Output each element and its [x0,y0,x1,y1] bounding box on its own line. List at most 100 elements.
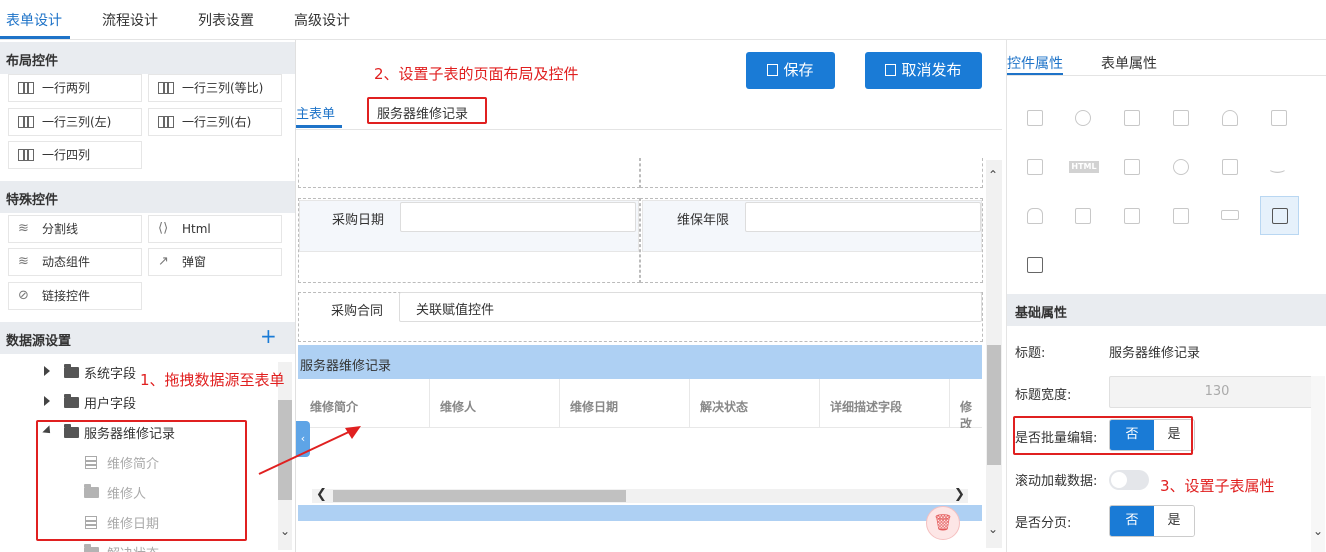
chevron-down-icon[interactable]: ⌄ [988,522,998,536]
ctrl-link-label: 链接控件 [42,289,91,303]
ellipsis-icon[interactable] [1221,210,1239,220]
unpublish-button[interactable]: 取消发布 [865,52,982,89]
paging-no[interactable]: 否 [1110,506,1154,536]
chevron-right-icon[interactable]: ❯ [954,487,965,502]
purchase-date-input[interactable] [400,202,636,232]
title-label: 标题: [1015,346,1046,361]
node-icon[interactable] [1271,110,1287,126]
layout-three-cols-equal-label: 一行三列(等比) [182,81,264,95]
subtable-title: 服务器维修记录 [300,359,392,374]
doc-icon[interactable] [1027,110,1043,126]
chevron-up-icon[interactable]: ⌃ [988,168,998,182]
layout-three-cols-left[interactable]: 一行三列(左) [8,108,142,136]
expand-icon[interactable] [44,366,50,376]
chevron-left-icon[interactable]: ❮ [316,487,327,502]
layout-three-cols-right-label: 一行三列(右) [182,115,252,129]
tab-form-design[interactable]: 表单设计 [6,10,62,30]
ctrl-link[interactable]: ⊘ 链接控件 [8,282,142,310]
active-tab-indicator [0,36,70,39]
paging-yes[interactable]: 是 [1154,506,1194,536]
contract-input[interactable]: 关联赋值控件 [399,292,982,322]
title-value[interactable]: 服务器维修记录 [1109,342,1200,361]
user-icon[interactable] [1222,110,1238,126]
ctrl-dynamic[interactable]: ≋ 动态组件 [8,248,142,276]
column-separator [559,379,560,428]
canvas-scroll-thumb[interactable] [987,345,1001,465]
subtable-header [298,345,982,379]
annotation-step2: 2、设置子表的页面布局及控件 [374,65,579,83]
image-icon[interactable] [1173,110,1189,126]
money-icon[interactable] [1124,110,1140,126]
columns-icon [158,116,174,128]
highlight-box [36,420,247,541]
ctrl-html[interactable]: ⟨⟩ Html [148,215,282,243]
barcode-icon[interactable] [1124,159,1140,175]
column-header[interactable]: 详细描述字段 [830,398,902,415]
column-header[interactable]: 修改 [960,398,982,428]
props-section-title: 基础属性 [1015,306,1068,321]
highlight-box [1013,416,1193,455]
stamp-icon[interactable] [1027,208,1043,224]
purchase-date-label: 采购日期 [332,213,385,228]
folder-icon [64,394,79,408]
calendar-icon-selected[interactable] [1260,196,1299,235]
circle-icon[interactable] [1173,159,1189,175]
tab-flow-design[interactable]: 流程设计 [102,10,158,30]
highlight-box [367,97,487,124]
layout-three-cols-right[interactable]: 一行三列(右) [148,108,282,136]
save-icon [767,64,779,76]
column-header[interactable]: 维修人 [440,398,476,415]
tab-control-props[interactable]: 控件属性 [1007,53,1063,73]
layout-four-cols[interactable]: 一行四列 [8,141,142,169]
expand-icon[interactable] [44,396,50,406]
tab-list-settings[interactable]: 列表设置 [198,10,254,30]
delete-icon[interactable]: 🗑 [926,506,960,540]
column-header[interactable]: 维修日期 [570,398,618,415]
subtable-hscroll-thumb[interactable] [333,490,626,502]
layout-cell[interactable] [298,158,640,188]
layout-two-cols[interactable]: 一行两列 [8,74,142,102]
link-icon[interactable] [1075,110,1091,126]
tab-advanced-design[interactable]: 高级设计 [294,10,350,30]
tab-form-props[interactable]: 表单属性 [1101,53,1157,73]
ctrl-divider[interactable]: ≋ 分割线 [8,215,142,243]
left-panel: 布局控件 一行两列 一行三列(等比) 一行三列(左) 一行三列(右) 一行四列 … [0,40,296,552]
column-separator [689,379,690,428]
width-label: 标题宽度: [1015,388,1072,403]
scroll-load-switch[interactable] [1109,470,1149,490]
tree-field[interactable]: 解决状态 [107,543,159,552]
contract-label: 采购合同 [331,304,384,319]
tree-system-fields[interactable]: 系统字段 [84,363,136,382]
check-doc-icon[interactable] [1075,208,1091,224]
html-icon[interactable]: HTML [1069,161,1099,173]
annotation-step1: 1、拖拽数据源至表单 [140,371,285,389]
layout-four-cols-label: 一行四列 [42,148,91,162]
doc-add-icon[interactable] [1027,257,1043,273]
calendar-icon [1272,208,1288,224]
tab-main-form[interactable]: 主表单 [296,103,335,122]
add-icon[interactable]: + [260,324,277,348]
save-button[interactable]: 保存 [746,52,835,89]
layout-three-cols-equal[interactable]: 一行三列(等比) [148,74,282,102]
chevron-down-icon[interactable]: ⌄ [280,524,290,538]
ctrl-popup[interactable]: ↗ 弹窗 [148,248,282,276]
tree-user-fields[interactable]: 用户字段 [84,393,136,412]
folder-icon [84,544,99,552]
datasource-section-title: 数据源设置 [0,322,295,354]
column-header[interactable]: 维修简介 [310,398,358,415]
photo-icon[interactable] [1027,159,1043,175]
copy-icon[interactable] [1124,208,1140,224]
paging-toggle[interactable]: 否 是 [1109,505,1195,537]
warranty-input[interactable] [745,202,981,232]
chevron-down-icon[interactable]: ⌄ [1313,524,1323,538]
frame-icon[interactable] [1173,208,1189,224]
column-header[interactable]: 解决状态 [700,398,748,415]
stack-icon[interactable] [1222,159,1238,175]
annotation-step3: 3、设置子表属性 [1160,477,1275,495]
width-input[interactable]: 130 [1109,376,1325,408]
ctrl-dynamic-label: 动态组件 [42,255,91,269]
column-separator [819,379,820,428]
layout-cell[interactable] [640,158,983,188]
smile-icon[interactable]: ‿ [1271,154,1284,173]
column-header-clip: 修改 [950,379,982,428]
